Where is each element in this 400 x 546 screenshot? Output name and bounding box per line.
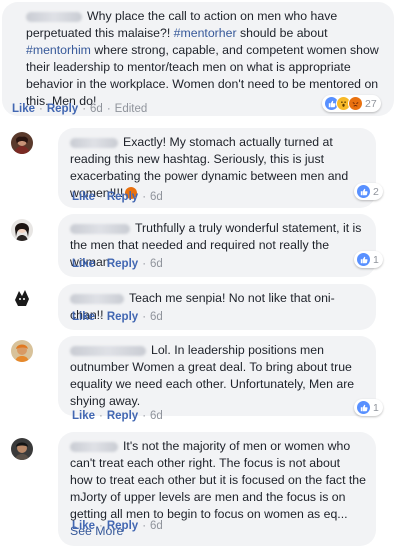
timestamp[interactable]: 6d (150, 191, 163, 203)
author-name-blurred[interactable] (70, 223, 130, 234)
avatar[interactable] (11, 219, 33, 241)
avatar[interactable] (11, 286, 33, 308)
author-name-blurred[interactable] (70, 293, 124, 304)
angry-reaction-icon (348, 96, 363, 111)
separator-dot: · (142, 191, 147, 203)
avatar[interactable] (11, 340, 33, 362)
reply-reactions[interactable]: 2 (354, 183, 383, 200)
avatar[interactable] (11, 438, 33, 460)
timestamp[interactable]: 6d (90, 103, 103, 115)
hashtag-mentorher[interactable]: #mentorher (174, 26, 237, 40)
separator-dot: · (106, 103, 111, 115)
reaction-count: 1 (373, 401, 379, 414)
separator-dot: · (142, 410, 147, 422)
reply-actions: Like · Reply · 6d (72, 311, 163, 323)
like-reaction-icon (356, 184, 371, 199)
like-link[interactable]: Like (72, 311, 95, 323)
main-comment-actions: Like · Reply · 6d · Edited (12, 103, 147, 115)
like-link[interactable]: Like (72, 191, 95, 203)
like-link[interactable]: Like (72, 410, 95, 422)
reply-link[interactable]: Reply (107, 311, 138, 323)
reply-actions: Like · Reply · 6d (72, 520, 163, 532)
separator-dot: · (99, 410, 103, 422)
timestamp[interactable]: 6d (150, 410, 163, 422)
reply-actions: Like · Reply · 6d (72, 258, 163, 270)
reply-link[interactable]: Reply (107, 410, 138, 422)
reply-actions: Like · Reply · 6d (72, 191, 163, 203)
timestamp[interactable]: 6d (150, 520, 163, 532)
main-comment-text-2: should be about (236, 26, 328, 40)
separator-dot: · (142, 311, 147, 323)
hashtag-mentorhim[interactable]: #mentorhim (26, 43, 91, 57)
avatar[interactable] (11, 132, 33, 154)
like-reaction-icon (356, 252, 371, 267)
main-reactions-summary[interactable]: 27 (322, 95, 381, 112)
timestamp[interactable]: 6d (150, 311, 163, 323)
separator-dot: · (99, 258, 103, 270)
edited-label[interactable]: Edited (115, 103, 148, 115)
reply-link[interactable]: Reply (107, 520, 138, 532)
separator-dot: · (82, 103, 87, 115)
reply-link[interactable]: Reply (107, 258, 138, 270)
author-name-blurred[interactable] (70, 137, 118, 148)
separator-dot: · (99, 191, 103, 203)
author-name-blurred[interactable] (70, 441, 118, 452)
separator-dot: · (39, 103, 43, 115)
reaction-count: 2 (373, 185, 379, 198)
reply-bubble: Lol. In leadership positions men outnumb… (58, 336, 376, 416)
like-link[interactable]: Like (12, 103, 35, 115)
reply-actions: Like · Reply · 6d (72, 410, 163, 422)
author-name-blurred[interactable] (70, 345, 146, 356)
timestamp[interactable]: 6d (150, 258, 163, 270)
separator-dot: · (142, 258, 147, 270)
like-link[interactable]: Like (72, 258, 95, 270)
separator-dot: · (99, 520, 103, 532)
reply-bubble: Teach me senpia! No not like that oni-ch… (58, 284, 376, 330)
like-link[interactable]: Like (72, 520, 95, 532)
separator-dot: · (99, 311, 103, 323)
separator-dot: · (142, 520, 147, 532)
reply-link[interactable]: Reply (107, 191, 138, 203)
reply-reactions[interactable]: 1 (354, 251, 383, 268)
reply-link[interactable]: Reply (47, 103, 78, 115)
reply-reactions[interactable]: 1 (354, 399, 383, 416)
like-reaction-icon (356, 400, 371, 415)
author-name-blurred[interactable] (26, 11, 82, 22)
reaction-count: 27 (365, 97, 377, 110)
reaction-count: 1 (373, 253, 379, 266)
